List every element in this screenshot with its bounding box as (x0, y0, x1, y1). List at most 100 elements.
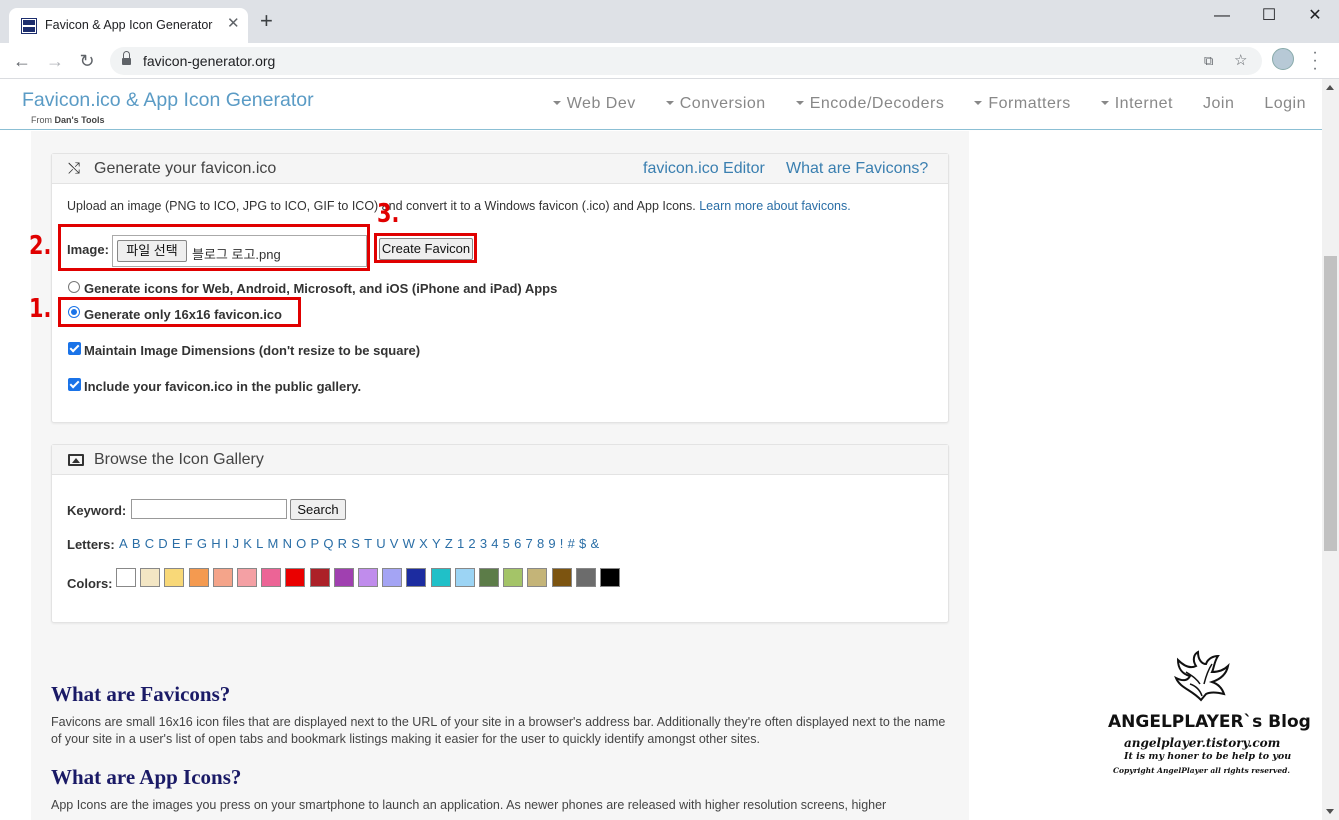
reload-icon[interactable]: ↻ (75, 49, 99, 73)
maximize-icon[interactable]: ☐ (1249, 4, 1289, 28)
letter-link[interactable]: F (185, 536, 193, 551)
letter-link[interactable]: V (390, 536, 399, 551)
color-swatch[interactable] (551, 568, 572, 587)
nav-web-dev[interactable]: Web Dev (552, 95, 636, 113)
letter-link[interactable]: H (211, 536, 220, 551)
color-swatch[interactable] (164, 568, 185, 587)
letter-link[interactable]: Z (445, 536, 453, 551)
letter-link[interactable]: B (132, 536, 141, 551)
letter-link[interactable]: A (119, 536, 128, 551)
minimize-icon[interactable]: — (1202, 4, 1242, 28)
letter-link[interactable]: & (590, 536, 599, 551)
letter-link[interactable]: D (158, 536, 167, 551)
browser-tab[interactable]: Favicon & App Icon Generator ✕ (9, 8, 248, 43)
letter-link[interactable]: U (376, 536, 385, 551)
site-brand[interactable]: Favicon.ico & App Icon Generator (22, 89, 314, 112)
letter-link[interactable]: T (364, 536, 372, 551)
color-swatch[interactable] (527, 568, 548, 587)
back-icon[interactable]: ← (10, 49, 34, 73)
letter-link[interactable]: $ (579, 536, 586, 551)
letter-link[interactable]: N (283, 536, 292, 551)
menu-icon[interactable]: · · · (1305, 45, 1325, 77)
letter-link[interactable]: 1 (457, 536, 464, 551)
letter-link[interactable]: 4 (491, 536, 498, 551)
nav-login[interactable]: Login (1264, 95, 1306, 113)
letter-link[interactable]: Y (432, 536, 441, 551)
letter-link[interactable]: R (338, 536, 347, 551)
color-swatch[interactable] (600, 568, 620, 587)
letter-link[interactable]: M (268, 536, 279, 551)
caret-down-icon (974, 100, 983, 105)
include-gallery-label[interactable]: Include your favicon.ico in the public g… (84, 379, 361, 394)
letter-link[interactable]: 5 (503, 536, 510, 551)
keyword-input[interactable] (131, 499, 287, 519)
color-swatch[interactable] (406, 568, 427, 587)
profile-avatar[interactable] (1272, 48, 1294, 70)
color-swatch[interactable] (285, 568, 306, 587)
translate-icon[interactable]: ⧉ (1204, 53, 1213, 69)
letter-link[interactable]: Q (323, 536, 333, 551)
scroll-up-icon[interactable] (1326, 85, 1334, 90)
scroll-down-icon[interactable] (1326, 809, 1334, 814)
color-swatch[interactable] (237, 568, 257, 587)
scroll-thumb[interactable] (1324, 256, 1337, 551)
letter-link[interactable]: G (197, 536, 207, 551)
letter-link[interactable]: C (145, 536, 154, 551)
forward-icon[interactable]: → (43, 49, 67, 73)
letter-link[interactable]: ! (560, 536, 564, 551)
color-swatch[interactable] (479, 568, 499, 587)
what-are-favicons-link[interactable]: What are Favicons? (786, 160, 928, 178)
color-swatch[interactable] (333, 568, 354, 587)
color-swatch[interactable] (358, 568, 378, 587)
letter-link[interactable]: I (225, 536, 229, 551)
letter-link[interactable]: 6 (514, 536, 521, 551)
letter-link[interactable]: K (243, 536, 252, 551)
letter-link[interactable]: J (233, 536, 240, 551)
color-swatch[interactable] (309, 568, 330, 587)
color-swatch[interactable] (575, 568, 596, 587)
color-swatch[interactable] (382, 568, 403, 587)
maintain-dimensions-checkbox[interactable] (68, 342, 81, 355)
favicon-editor-link[interactable]: favicon.ico Editor (643, 160, 765, 178)
letter-link[interactable]: W (403, 536, 415, 551)
address-bar[interactable]: favicon-generator.org ⧉ ☆ (110, 47, 1262, 75)
color-swatch[interactable] (430, 568, 451, 587)
color-swatch[interactable] (261, 568, 282, 587)
letter-link[interactable]: 3 (480, 536, 487, 551)
nav-join[interactable]: Join (1203, 95, 1234, 113)
letter-link[interactable]: P (310, 536, 319, 551)
option-all-label[interactable]: Generate icons for Web, Android, Microso… (84, 281, 557, 296)
letter-link[interactable]: O (296, 536, 306, 551)
option-all-radio[interactable] (68, 281, 80, 293)
nav-formatters[interactable]: Formatters (974, 95, 1070, 113)
include-gallery-checkbox[interactable] (68, 378, 81, 391)
vertical-scrollbar[interactable] (1322, 79, 1339, 820)
learn-more-link[interactable]: Learn more about favicons. (699, 199, 850, 213)
search-button[interactable]: Search (290, 499, 346, 520)
color-swatch[interactable] (503, 568, 524, 587)
maintain-dimensions-label[interactable]: Maintain Image Dimensions (don't resize … (84, 343, 420, 358)
color-swatch[interactable] (212, 568, 233, 587)
letter-link[interactable]: X (419, 536, 428, 551)
new-tab-icon[interactable]: + (260, 10, 273, 32)
bookmark-star-icon[interactable]: ☆ (1234, 51, 1247, 69)
color-swatch[interactable] (454, 568, 475, 587)
color-swatch[interactable] (140, 568, 161, 587)
nav-encode-decoders[interactable]: Encode/Decoders (795, 95, 945, 113)
letter-link[interactable]: 7 (526, 536, 533, 551)
letter-link[interactable]: 2 (468, 536, 475, 551)
color-swatch[interactable] (116, 568, 136, 587)
tab-close-icon[interactable]: ✕ (227, 16, 240, 32)
letter-link[interactable]: 8 (537, 536, 544, 551)
nav-conversion[interactable]: Conversion (665, 95, 766, 113)
letter-link[interactable]: L (256, 536, 263, 551)
brand-subtitle: From Dan's Tools (31, 115, 104, 125)
brand-subtitle-name[interactable]: Dan's Tools (55, 115, 105, 125)
window-close-icon[interactable]: ✕ (1295, 4, 1335, 28)
letter-link[interactable]: E (172, 536, 181, 551)
letter-link[interactable]: 9 (548, 536, 555, 551)
letter-link[interactable]: S (351, 536, 360, 551)
nav-internet[interactable]: Internet (1100, 95, 1173, 113)
color-swatch[interactable] (188, 568, 209, 587)
letter-link[interactable]: # (568, 536, 575, 551)
